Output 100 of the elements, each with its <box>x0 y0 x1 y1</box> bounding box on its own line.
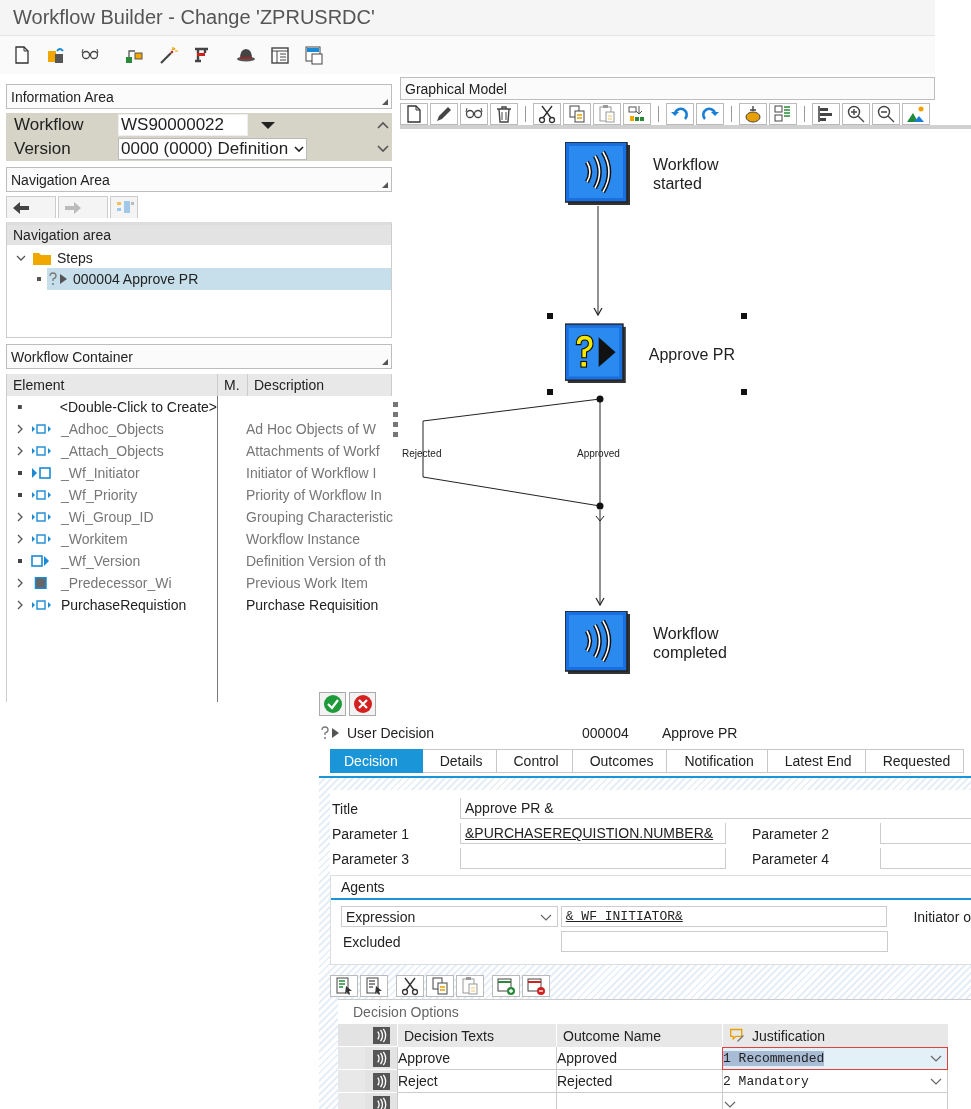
element-name[interactable]: _Wi_Group_ID <box>61 509 154 525</box>
toolbar-button[interactable] <box>739 103 767 125</box>
element-name[interactable]: _Wf_Priority <box>61 487 138 503</box>
branch-label: Approved <box>577 448 620 459</box>
paste-icon <box>597 104 617 124</box>
scissors-icon <box>400 976 420 996</box>
toolbar-button[interactable] <box>330 975 358 997</box>
element-name[interactable]: _Wf_Initiator <box>61 465 140 481</box>
expand-icon[interactable] <box>15 445 25 457</box>
toolbar-button[interactable] <box>360 975 388 997</box>
image-icon <box>906 104 926 124</box>
parameter-field[interactable] <box>880 823 971 844</box>
element-name[interactable]: _Workitem <box>61 531 128 547</box>
toolbar-button[interactable] <box>396 975 424 997</box>
decision-text[interactable]: Approve <box>398 1050 451 1066</box>
column-header[interactable]: Outcome Name <box>556 1024 722 1047</box>
column-header[interactable]: Justification <box>722 1024 948 1047</box>
outcome-name[interactable]: Approved <box>557 1050 617 1066</box>
cancel-button[interactable] <box>349 692 376 716</box>
field-label: Version <box>14 139 72 159</box>
confirm-button[interactable] <box>319 692 346 716</box>
panel-title: Decision Options <box>352 1003 460 1022</box>
tree-item[interactable]: 000004 Approve PR <box>47 268 391 290</box>
parameter-field[interactable] <box>880 848 971 869</box>
section-header[interactable]: Workflow Container <box>6 344 392 369</box>
tab[interactable]: Latest End <box>767 749 866 773</box>
tab[interactable]: Requested <box>865 749 965 773</box>
column-header[interactable]: Description <box>248 374 392 396</box>
junction-dot <box>596 502 604 510</box>
tab[interactable]: Control <box>496 749 573 773</box>
selected-node-frame[interactable]: Approve PR <box>547 313 747 395</box>
folder-move-icon <box>46 45 66 65</box>
toolbar-button[interactable] <box>400 103 428 125</box>
toolbar-button[interactable] <box>522 975 550 997</box>
element-name[interactable]: _Attach_Objects <box>61 443 164 459</box>
toolbar-button[interactable] <box>430 103 458 125</box>
toolbar-button[interactable] <box>872 103 900 125</box>
parameter-field[interactable] <box>460 848 726 869</box>
element-name[interactable]: _Wf_Version <box>61 553 141 569</box>
tab[interactable]: Notification <box>667 749 768 773</box>
expression-field[interactable]: &_WF_INITIATOR& <box>560 906 888 927</box>
pot-icon <box>743 104 763 124</box>
agent-type-dropdown[interactable]: Expression <box>341 906 558 927</box>
field-label: Parameter 4 <box>751 850 831 867</box>
expand-icon[interactable] <box>15 511 25 523</box>
column-header[interactable]: Decision Texts <box>397 1024 556 1047</box>
toolbar-button[interactable] <box>490 103 518 125</box>
pencil-icon <box>434 104 454 124</box>
expand-icon[interactable] <box>15 423 25 435</box>
event-node-icon[interactable] <box>565 142 631 206</box>
element-description: Priority of Workflow In <box>246 487 382 503</box>
input-field[interactable]: WS90000022 <box>118 114 248 136</box>
element-name[interactable]: _Adhoc_Objects <box>61 421 164 437</box>
justification-dropdown[interactable]: 1 Recommended <box>722 1047 948 1070</box>
element-name[interactable]: _Predecessor_Wi <box>61 575 172 591</box>
element-description: Previous Work Item <box>246 575 368 591</box>
toolbar-button[interactable] <box>533 103 561 125</box>
list-icon <box>773 104 793 124</box>
dropdown-arrow-icon[interactable] <box>260 120 276 130</box>
excluded-field[interactable] <box>561 931 888 952</box>
resize-grip-icon[interactable] <box>393 400 398 440</box>
tab[interactable]: Outcomes <box>572 749 668 773</box>
expand-icon[interactable] <box>15 533 25 545</box>
element-description: Workflow Instance <box>246 531 361 547</box>
node-label: Approve PR <box>648 344 735 364</box>
column-header[interactable]: Element <box>7 374 218 396</box>
paste-icon <box>460 976 480 996</box>
decision-node-icon[interactable] <box>565 322 627 386</box>
toolbar-button[interactable] <box>812 103 840 125</box>
outcome-name[interactable]: Rejected <box>557 1073 613 1089</box>
step-number: 000004 <box>582 725 630 741</box>
toolbar-button[interactable] <box>460 103 488 125</box>
panel-header: Navigation area <box>7 225 391 245</box>
element-name[interactable]: <Double-Click to Create> <box>59 399 217 415</box>
section-header[interactable]: Navigation Area <box>6 167 392 192</box>
field-label: Title <box>331 800 359 817</box>
justification-dropdown[interactable]: 2 Mandatory <box>722 1070 948 1093</box>
parameter-field[interactable]: &PURCHASEREQUISTION.NUMBER& <box>460 823 726 844</box>
column-header[interactable]: M. <box>218 374 248 396</box>
expand-icon[interactable] <box>15 599 25 611</box>
select-all-icon <box>334 976 354 996</box>
tree-item[interactable]: Steps <box>7 247 391 268</box>
expand-icon[interactable] <box>15 577 25 589</box>
title-field[interactable]: Approve PR & <box>460 798 971 819</box>
junction-dot <box>596 395 604 403</box>
select-field[interactable]: 0000 (0000) Definition <box>118 138 307 160</box>
layout-icon <box>270 45 290 65</box>
section-header[interactable]: Information Area <box>6 84 392 109</box>
decision-text[interactable]: Reject <box>398 1073 438 1089</box>
document-icon <box>404 104 424 124</box>
field-label: Parameter 2 <box>751 825 831 842</box>
toolbar-button[interactable] <box>842 103 870 125</box>
event-node-icon[interactable] <box>565 611 631 675</box>
window-title: Workflow Builder - Change 'ZPRUSRDC' <box>13 6 375 29</box>
magic-wand-icon <box>158 45 178 65</box>
comment-edit-icon <box>729 1027 746 1044</box>
back-button[interactable] <box>6 196 56 218</box>
element-description: Grouping Characteristic <box>246 509 394 525</box>
tab[interactable]: Details <box>422 749 497 773</box>
element-name[interactable]: PurchaseRequistion <box>61 597 187 613</box>
